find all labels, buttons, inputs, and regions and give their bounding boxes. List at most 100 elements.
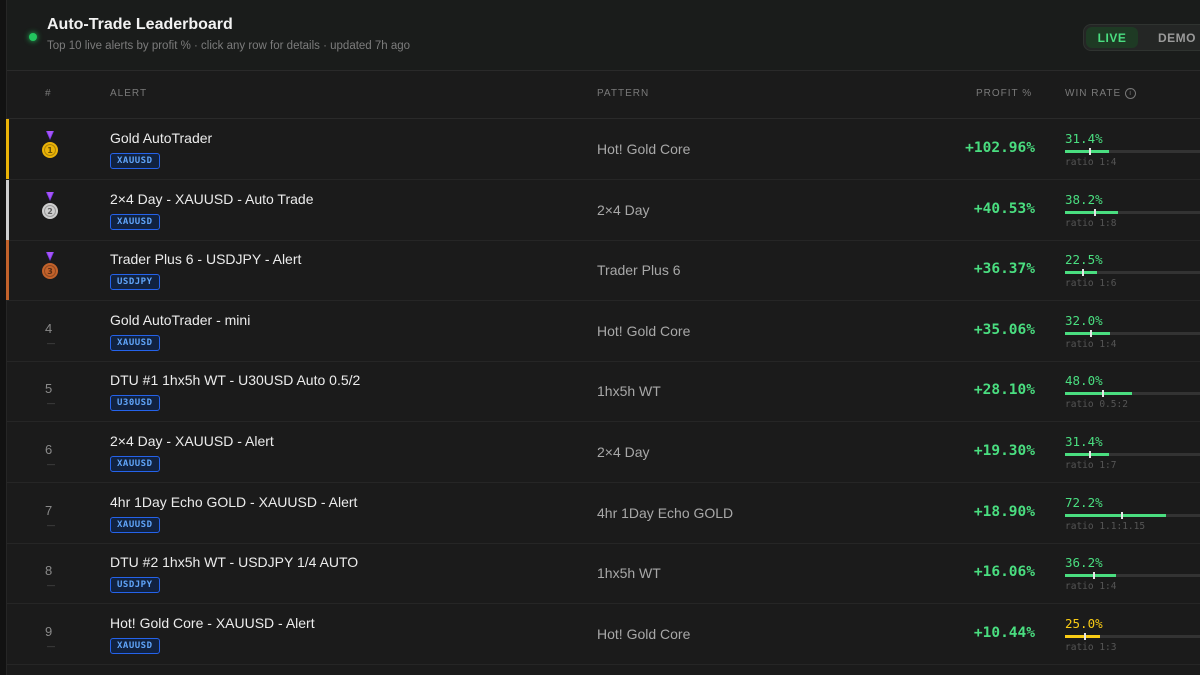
winrate-column-label: WIN RATE bbox=[1065, 88, 1122, 100]
winrate-bar bbox=[1065, 329, 1200, 337]
winrate-marker bbox=[1101, 390, 1104, 398]
symbol-badge: U30USD bbox=[110, 395, 160, 412]
rank-column-header[interactable]: # bbox=[45, 88, 52, 99]
leaderboard-panel: Auto-Trade Leaderboard Top 10 live alert… bbox=[6, 0, 1200, 675]
page-subtitle: Top 10 live alerts by profit % · click a… bbox=[47, 40, 411, 52]
profit-value: +18.90% bbox=[973, 503, 1035, 520]
winrate-value: 25.0% bbox=[1065, 615, 1103, 631]
ratio-text: ratio 1:8 bbox=[1065, 217, 1117, 229]
winrate-value: 36.2% bbox=[1065, 555, 1103, 571]
winrate-marker bbox=[1094, 208, 1097, 216]
profit-value: +16.06% bbox=[973, 564, 1035, 581]
winrate-value: 31.4% bbox=[1065, 131, 1103, 146]
winrate-bar bbox=[1065, 208, 1200, 216]
alert-name: DTU #1 1hx5h WT - U30USD Auto 0.5/2 bbox=[110, 372, 361, 389]
winrate-bar bbox=[1065, 269, 1200, 277]
symbol-badge: USDJPY bbox=[110, 274, 160, 291]
rank-change-indicator: — bbox=[47, 399, 55, 409]
winrate-bar bbox=[1065, 572, 1200, 580]
profit-value: +10.44% bbox=[973, 624, 1035, 641]
mode-toggle: LIVE DEMO bbox=[1083, 24, 1200, 51]
rank-change-indicator: — bbox=[47, 460, 55, 469]
table-row[interactable]: 9 — Hot! Gold Core - XAUUSD - Alert XAUUSD H… bbox=[7, 604, 1200, 665]
table-row[interactable]: 4 — Gold AutoTrader - mini XAUUSD Hot! Gold … bbox=[7, 301, 1200, 362]
symbol-badge: XAUUSD bbox=[110, 456, 160, 472]
pattern-name: 1hx5h WT bbox=[597, 565, 661, 582]
winrate-value: 32.0% bbox=[1065, 312, 1103, 328]
alert-name: DTU #2 1hx5h WT - USDJPY 1/4 AUTO bbox=[110, 554, 359, 571]
pattern-column-header[interactable]: PATTERN bbox=[597, 88, 649, 99]
table-row[interactable]: 7 — 4hr 1Day Echo GOLD - XAUUSD - Alert XAU… bbox=[7, 483, 1200, 544]
profit-value: +28.10% bbox=[973, 382, 1035, 399]
profit-column-header[interactable]: PROFIT % bbox=[976, 88, 1032, 99]
winrate-bar-fill bbox=[1065, 210, 1119, 214]
alert-column-header[interactable]: ALERT bbox=[110, 88, 147, 99]
winrate-marker bbox=[1089, 451, 1092, 458]
profit-value: +36.37% bbox=[973, 261, 1035, 278]
symbol-badge: XAUUSD bbox=[110, 516, 160, 533]
rank-number: 4 bbox=[45, 320, 53, 336]
winrate-bar-fill bbox=[1065, 331, 1110, 335]
table-row[interactable]: 5 — DTU #1 1hx5h WT - U30USD Auto 0.5/2 U30… bbox=[7, 361, 1200, 423]
winrate-marker bbox=[1089, 329, 1092, 337]
alert-name: 2×4 Day - XAUUSD - Alert bbox=[110, 433, 274, 449]
rank-change-indicator: — bbox=[47, 338, 55, 348]
winrate-marker bbox=[1084, 632, 1087, 640]
page-title: Auto-Trade Leaderboard bbox=[47, 16, 233, 33]
live-mode-button[interactable]: LIVE bbox=[1086, 27, 1138, 48]
symbol-badge: XAUUSD bbox=[110, 334, 160, 351]
pattern-name: Hot! Gold Core bbox=[597, 141, 691, 157]
pattern-name: 1hx5h WT bbox=[597, 383, 661, 400]
winrate-bar bbox=[1065, 632, 1200, 640]
ratio-text: ratio 1:6 bbox=[1065, 278, 1117, 290]
profit-value: +35.06% bbox=[973, 321, 1035, 338]
winrate-value: 22.5% bbox=[1065, 252, 1103, 268]
table-row[interactable]: 6 — 2×4 Day - XAUUSD - Alert XAUUSD 2×4 Day +… bbox=[7, 422, 1200, 483]
demo-mode-button[interactable]: DEMO bbox=[1142, 27, 1200, 48]
ratio-text: ratio 1:4 bbox=[1065, 338, 1117, 350]
winrate-bar-fill bbox=[1065, 271, 1097, 275]
rank-number: 9 bbox=[45, 623, 53, 639]
winrate-value: 31.4% bbox=[1065, 434, 1103, 449]
winrate-marker bbox=[1120, 511, 1123, 519]
pattern-name: 2×4 Day bbox=[597, 201, 650, 218]
winrate-value: 48.0% bbox=[1065, 373, 1103, 389]
rank-change-indicator: — bbox=[47, 581, 55, 591]
leaderboard-header: Auto-Trade Leaderboard Top 10 live alert… bbox=[7, 0, 1200, 71]
winrate-bar bbox=[1065, 148, 1200, 155]
ratio-text: ratio 1:4 bbox=[1065, 581, 1117, 593]
table-row[interactable]: 3 Trader Plus 6 - USDJPY - Alert USDJPY Tra… bbox=[6, 240, 1200, 302]
symbol-badge: XAUUSD bbox=[110, 213, 160, 230]
winrate-marker bbox=[1089, 148, 1092, 155]
table-row[interactable]: 8 — DTU #2 1hx5h WT - USDJPY 1/4 AUTO USDJP… bbox=[7, 543, 1200, 605]
symbol-badge: USDJPY bbox=[110, 577, 160, 594]
alert-name: Hot! Gold Core - XAUUSD - Alert bbox=[110, 614, 315, 631]
rank-change-indicator: — bbox=[47, 520, 55, 530]
winrate-bar-fill bbox=[1065, 150, 1109, 153]
pattern-name: Hot! Gold Core bbox=[597, 625, 691, 642]
winrate-bar-fill bbox=[1065, 392, 1133, 396]
rank-accent-bar bbox=[6, 119, 9, 179]
pattern-name: 2×4 Day bbox=[597, 444, 650, 460]
ratio-text: ratio 1:4 bbox=[1065, 157, 1117, 168]
ratio-text: ratio 1.1:1.15 bbox=[1065, 520, 1146, 532]
medal-rank: 1 bbox=[47, 146, 53, 155]
rank-change-indicator: — bbox=[47, 641, 55, 651]
alert-name: Gold AutoTrader - mini bbox=[110, 311, 251, 328]
winrate-bar-fill bbox=[1065, 574, 1116, 578]
medal-rank: 2 bbox=[47, 207, 53, 216]
rank-number: 6 bbox=[45, 442, 53, 457]
winrate-bar-fill bbox=[1065, 453, 1109, 456]
info-icon[interactable]: i bbox=[1125, 88, 1137, 99]
winrate-marker bbox=[1082, 269, 1085, 277]
alert-name: 4hr 1Day Echo GOLD - XAUUSD - Alert bbox=[110, 493, 358, 510]
ratio-text: ratio 1:3 bbox=[1065, 641, 1117, 653]
silver-medal-icon: 2 bbox=[42, 191, 58, 219]
symbol-badge: XAUUSD bbox=[110, 153, 160, 169]
table-row[interactable]: 1 Gold AutoTrader XAUUSD Hot! Gold Core +102… bbox=[6, 119, 1200, 180]
pattern-name: Hot! Gold Core bbox=[597, 322, 691, 339]
winrate-column-header[interactable]: WIN RATE i bbox=[1065, 88, 1137, 100]
winrate-bar bbox=[1065, 451, 1200, 458]
winrate-bar bbox=[1065, 390, 1200, 398]
table-row[interactable]: 2 2×4 Day - XAUUSD - Auto Trade XAUUSD 2×4 … bbox=[6, 179, 1200, 241]
